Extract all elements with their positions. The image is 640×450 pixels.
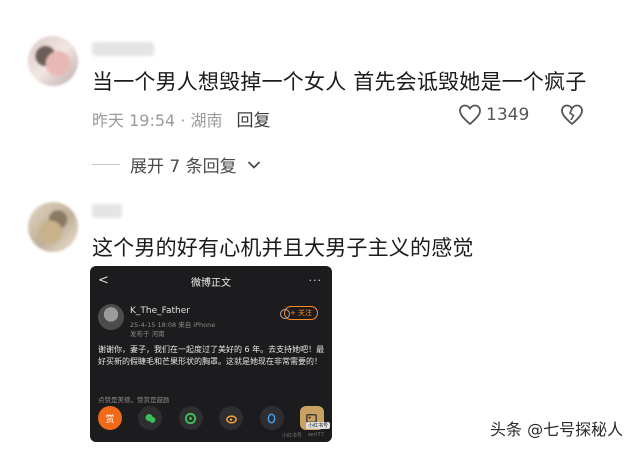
post-body: 谢谢你，妻子，我们在一起度过了美好的 6 年。去支持她吧！最好买新的假睫毛和芒果… [98, 345, 325, 366]
action-labels: 小红书号 sert77 [98, 432, 324, 439]
post-title: 微博正文 [191, 277, 231, 289]
username-blurred[interactable] [92, 42, 154, 56]
comment-meta: 昨天 19:54 · 湖南 回复 [92, 106, 270, 132]
broken-heart-icon [561, 104, 583, 126]
avatar[interactable] [28, 36, 78, 86]
expand-replies-button[interactable]: 展开 7 条回复 [92, 152, 261, 177]
share-actions: 赏 [98, 406, 324, 430]
moments-icon [178, 406, 203, 430]
like-button[interactable]: 1349 [458, 104, 529, 126]
username-blurred[interactable] [92, 204, 122, 218]
divider-line [92, 164, 120, 165]
more-icon: ··· [308, 274, 322, 287]
qq-icon [259, 406, 284, 430]
reward-icon: 赏 [98, 406, 122, 430]
poster-location: 发布于 河南 [130, 330, 165, 338]
reply-button[interactable]: 回复 [236, 106, 270, 131]
poster-name: K_The_Father [130, 306, 190, 316]
poster-avatar [98, 304, 124, 330]
action-label: 小红书号 [281, 433, 302, 439]
weibo-icon [219, 406, 244, 430]
chevron-down-icon [247, 160, 260, 169]
avatar[interactable] [28, 202, 78, 252]
expand-replies-label: 展开 7 条回复 [130, 157, 237, 177]
comment-text: 这个男的好有心机并且大男子主义的感觉 [92, 236, 474, 260]
badge-label: 小红书号 [306, 422, 331, 429]
wechat-icon [138, 406, 163, 430]
comment-text: 当一个男人想毁掉一个女人 首先会诋毁她是一个疯子 [92, 70, 587, 94]
action-label: sert77 [307, 432, 324, 438]
heart-icon [459, 104, 481, 126]
comment-time-location: 昨天 19:54 · 湖南 [92, 110, 223, 130]
dislike-button[interactable] [560, 104, 584, 130]
reward-tip: 点赞是美德，赞赏是鼓励 [98, 396, 170, 404]
follow-button: + 关注 [284, 306, 318, 320]
comment-image[interactable]: < 微博正文 ··· K_The_Father 25-4-15 18:08 来自… [90, 266, 332, 442]
watermark: 头条 @七号探秘人 [490, 420, 624, 439]
like-count: 1349 [486, 105, 530, 125]
